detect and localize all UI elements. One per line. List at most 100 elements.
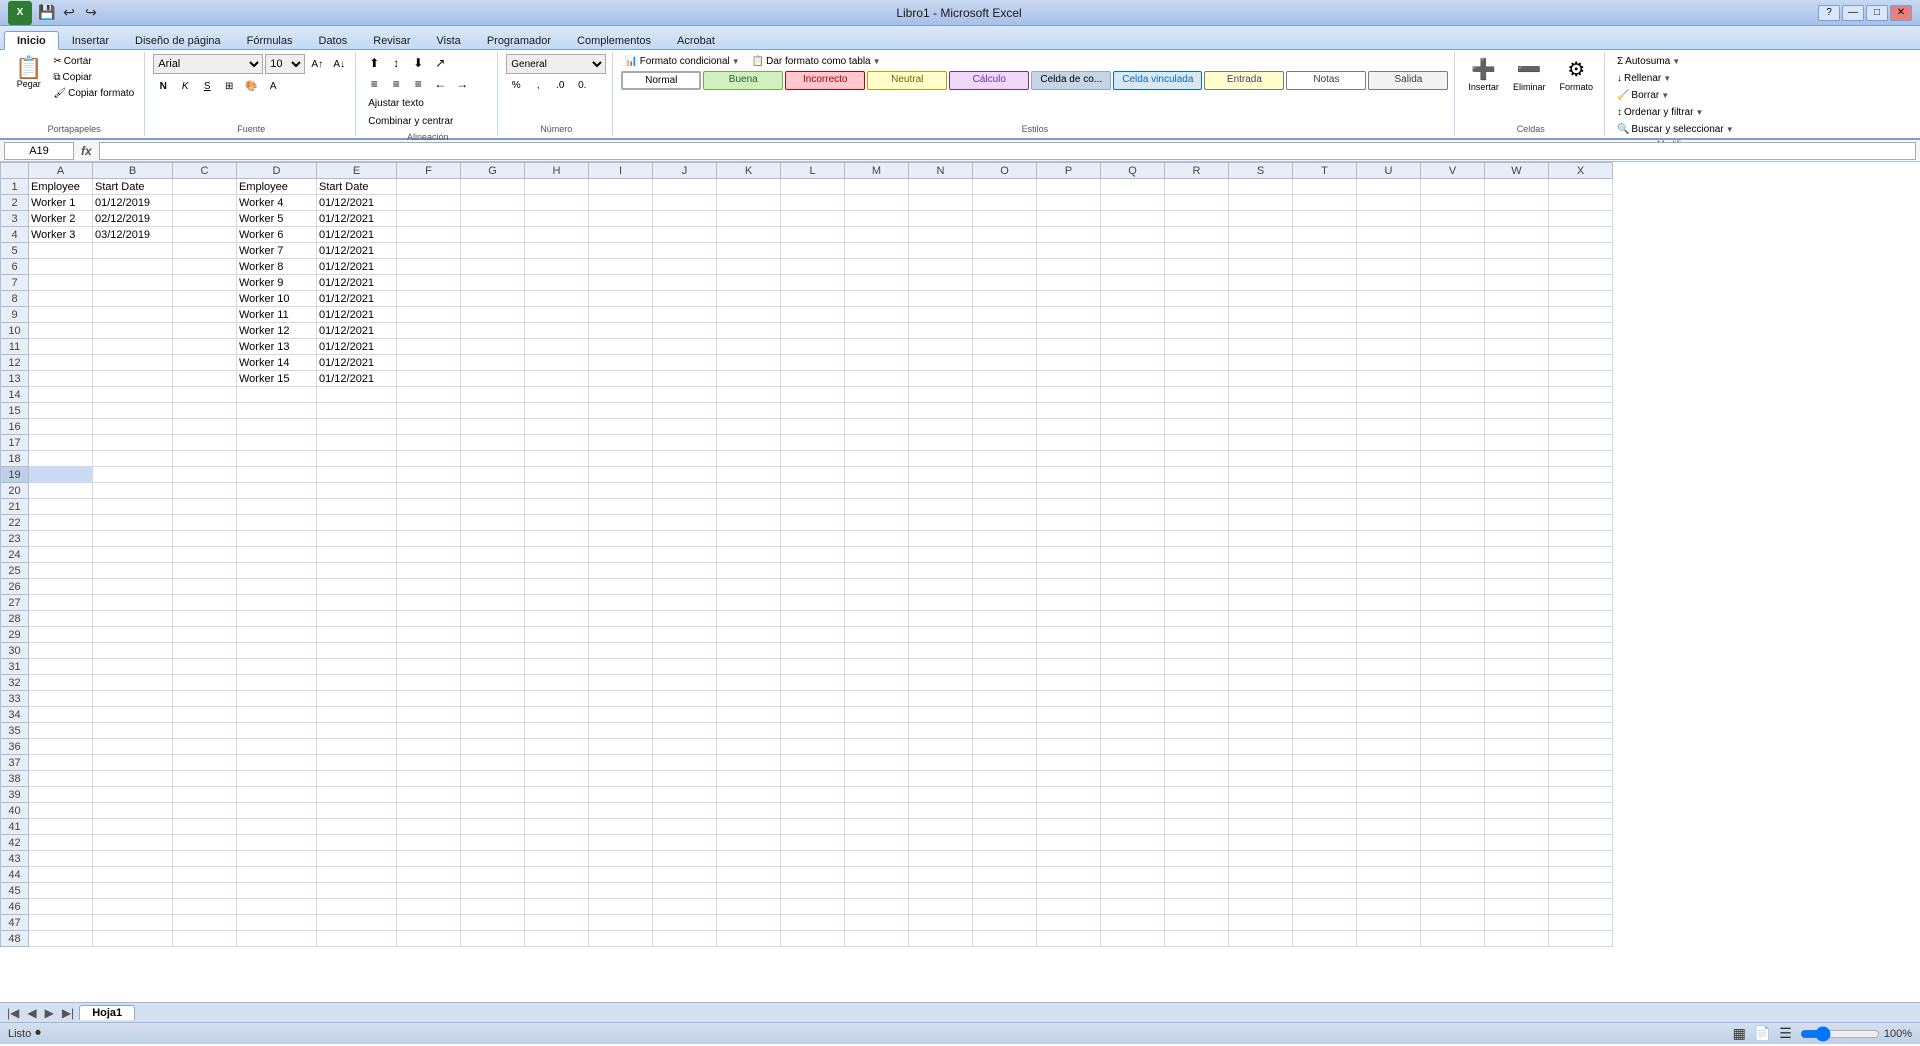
cell-Q32[interactable] <box>1101 675 1165 691</box>
cell-F18[interactable] <box>397 451 461 467</box>
cell-E31[interactable] <box>317 659 397 675</box>
cell-P24[interactable] <box>1037 547 1101 563</box>
cell-Q47[interactable] <box>1101 915 1165 931</box>
cell-R38[interactable] <box>1165 771 1229 787</box>
cell-P2[interactable] <box>1037 195 1101 211</box>
cell-W15[interactable] <box>1485 403 1549 419</box>
cell-E13[interactable]: 01/12/2021 <box>317 371 397 387</box>
cell-F32[interactable] <box>397 675 461 691</box>
cell-D2[interactable]: Worker 4 <box>237 195 317 211</box>
cell-J32[interactable] <box>653 675 717 691</box>
cell-E29[interactable] <box>317 627 397 643</box>
cell-G12[interactable] <box>461 355 525 371</box>
cell-N32[interactable] <box>909 675 973 691</box>
cell-A30[interactable] <box>29 643 93 659</box>
cell-H33[interactable] <box>525 691 589 707</box>
ordenar-button[interactable]: ↕ Ordenar y filtrar ▼ <box>1613 105 1707 120</box>
cell-O5[interactable] <box>973 243 1037 259</box>
cell-N41[interactable] <box>909 819 973 835</box>
cell-L2[interactable] <box>781 195 845 211</box>
cell-F9[interactable] <box>397 307 461 323</box>
sheet-nav-next[interactable]: ▶ <box>42 1006 57 1020</box>
row-header-11[interactable]: 11 <box>1 339 29 355</box>
app-maximize-button[interactable]: □ <box>1866 5 1888 21</box>
align-middle-button[interactable]: ↕ <box>386 54 406 72</box>
cell-G28[interactable] <box>461 611 525 627</box>
cell-C26[interactable] <box>173 579 237 595</box>
cell-X14[interactable] <box>1549 387 1613 403</box>
cell-A33[interactable] <box>29 691 93 707</box>
cell-J37[interactable] <box>653 755 717 771</box>
cell-U22[interactable] <box>1357 515 1421 531</box>
cell-F2[interactable] <box>397 195 461 211</box>
cell-M19[interactable] <box>845 467 909 483</box>
cell-W20[interactable] <box>1485 483 1549 499</box>
cell-W31[interactable] <box>1485 659 1549 675</box>
cell-X4[interactable] <box>1549 227 1613 243</box>
cell-E22[interactable] <box>317 515 397 531</box>
cell-T6[interactable] <box>1293 259 1357 275</box>
cell-O21[interactable] <box>973 499 1037 515</box>
cell-M24[interactable] <box>845 547 909 563</box>
cell-K9[interactable] <box>717 307 781 323</box>
cell-O7[interactable] <box>973 275 1037 291</box>
cell-T9[interactable] <box>1293 307 1357 323</box>
percent-button[interactable]: % <box>506 76 526 94</box>
cell-T42[interactable] <box>1293 835 1357 851</box>
cell-B19[interactable] <box>93 467 173 483</box>
cell-Q1[interactable] <box>1101 179 1165 195</box>
app-close-button[interactable]: ✕ <box>1890 5 1912 21</box>
cell-P46[interactable] <box>1037 899 1101 915</box>
cell-O12[interactable] <box>973 355 1037 371</box>
cell-H29[interactable] <box>525 627 589 643</box>
cell-R35[interactable] <box>1165 723 1229 739</box>
cell-I24[interactable] <box>589 547 653 563</box>
cell-G38[interactable] <box>461 771 525 787</box>
cell-O36[interactable] <box>973 739 1037 755</box>
cell-U24[interactable] <box>1357 547 1421 563</box>
cell-S29[interactable] <box>1229 627 1293 643</box>
cell-C11[interactable] <box>173 339 237 355</box>
cell-I9[interactable] <box>589 307 653 323</box>
cell-N34[interactable] <box>909 707 973 723</box>
cell-N25[interactable] <box>909 563 973 579</box>
cell-T4[interactable] <box>1293 227 1357 243</box>
cell-M14[interactable] <box>845 387 909 403</box>
cell-U30[interactable] <box>1357 643 1421 659</box>
cell-A36[interactable] <box>29 739 93 755</box>
cell-X1[interactable] <box>1549 179 1613 195</box>
ajustar-texto-button[interactable]: Ajustar texto <box>364 96 428 111</box>
cell-N39[interactable] <box>909 787 973 803</box>
cell-V11[interactable] <box>1421 339 1485 355</box>
tab-inicio[interactable]: Inicio <box>4 31 59 50</box>
cell-E21[interactable] <box>317 499 397 515</box>
cell-S28[interactable] <box>1229 611 1293 627</box>
cell-E23[interactable] <box>317 531 397 547</box>
cell-B20[interactable] <box>93 483 173 499</box>
cell-H3[interactable] <box>525 211 589 227</box>
cell-F27[interactable] <box>397 595 461 611</box>
cell-A1[interactable]: Employee <box>29 179 93 195</box>
cell-V3[interactable] <box>1421 211 1485 227</box>
cell-K5[interactable] <box>717 243 781 259</box>
cell-E5[interactable]: 01/12/2021 <box>317 243 397 259</box>
cell-Q11[interactable] <box>1101 339 1165 355</box>
cell-A24[interactable] <box>29 547 93 563</box>
cell-W29[interactable] <box>1485 627 1549 643</box>
row-header-40[interactable]: 40 <box>1 803 29 819</box>
cell-E15[interactable] <box>317 403 397 419</box>
cell-U6[interactable] <box>1357 259 1421 275</box>
cell-F25[interactable] <box>397 563 461 579</box>
cell-C18[interactable] <box>173 451 237 467</box>
cell-O15[interactable] <box>973 403 1037 419</box>
cell-U45[interactable] <box>1357 883 1421 899</box>
cell-E27[interactable] <box>317 595 397 611</box>
cell-S44[interactable] <box>1229 867 1293 883</box>
cell-U25[interactable] <box>1357 563 1421 579</box>
cell-K46[interactable] <box>717 899 781 915</box>
row-header-6[interactable]: 6 <box>1 259 29 275</box>
cell-F10[interactable] <box>397 323 461 339</box>
cell-S36[interactable] <box>1229 739 1293 755</box>
cell-H24[interactable] <box>525 547 589 563</box>
cell-F41[interactable] <box>397 819 461 835</box>
